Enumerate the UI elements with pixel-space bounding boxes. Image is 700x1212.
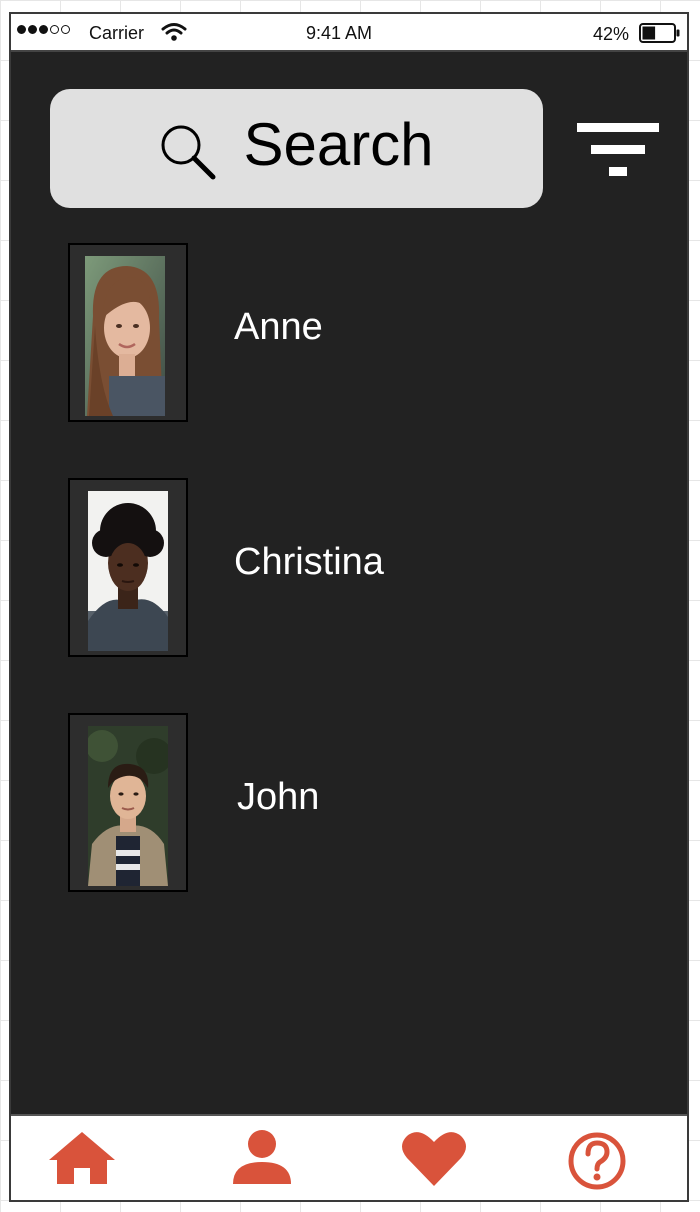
list-item[interactable]: Anne [68,243,628,424]
home-icon [49,1132,115,1184]
avatar-photo [88,491,168,651]
tab-favorites[interactable] [399,1128,469,1190]
avatar-frame [68,713,188,892]
user-icon [233,1130,291,1184]
avatar-frame [68,478,188,657]
tab-bar [11,1114,687,1200]
search-placeholder: Search [243,110,434,178]
list-item[interactable]: Christina [68,478,628,659]
list-item[interactable]: John [68,713,628,894]
battery-percent: 42% [593,24,630,44]
tab-help[interactable] [562,1128,632,1190]
search-input[interactable]: Search [50,89,543,208]
heart-icon [402,1132,466,1186]
contact-name: Anne [234,306,323,348]
status-bar: Carrier 9:41 AM 42% [11,14,687,52]
filter-icon[interactable] [577,121,659,177]
contact-name: John [237,776,320,818]
search-icon [161,125,216,179]
phone-screen: Carrier 9:41 AM 42% Search Anne Christin… [9,12,689,1202]
tab-home[interactable] [47,1128,117,1190]
help-icon [568,1132,626,1190]
battery-icon [639,23,680,43]
contact-name: Christina [234,541,384,583]
clock: 9:41 AM [305,23,373,43]
avatar-frame [68,243,188,422]
avatar-photo [88,726,168,886]
avatar-photo [85,256,165,416]
tab-profile[interactable] [227,1128,297,1190]
